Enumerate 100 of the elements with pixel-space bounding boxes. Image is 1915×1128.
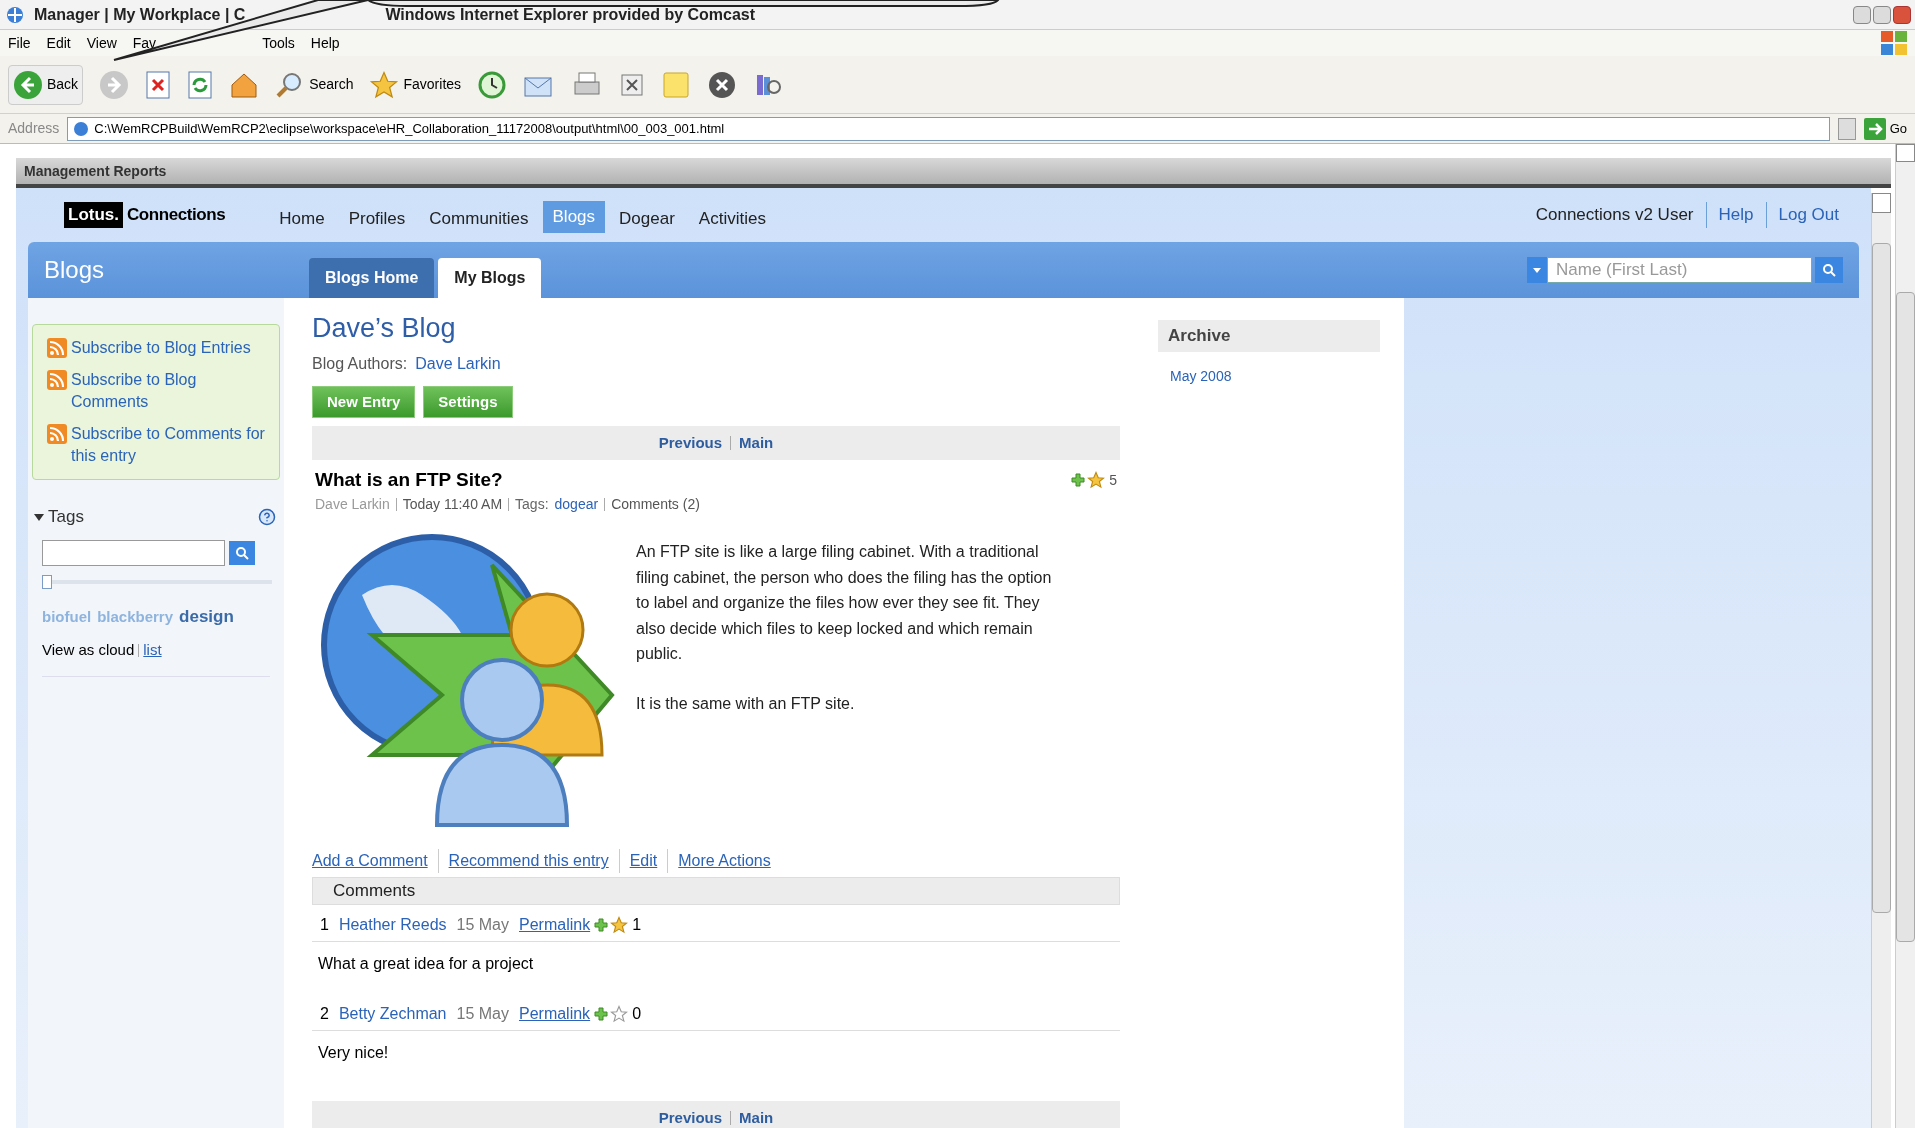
- entry-action-link[interactable]: Edit: [618, 849, 658, 874]
- rating-count: 0: [632, 1003, 642, 1024]
- permalink-link[interactable]: Permalink: [519, 1001, 591, 1026]
- menu-item[interactable]: File: [8, 32, 31, 54]
- pager-link[interactable]: Previous: [658, 1106, 723, 1128]
- commenter-link[interactable]: Heather Reeds: [338, 912, 447, 937]
- entry-time: Today 11:40 AM: [402, 495, 503, 515]
- subscribe-link[interactable]: Subscribe to Comments for this entry: [71, 423, 265, 467]
- entry-title: What is an FTP Site?: [315, 467, 503, 492]
- refresh-icon[interactable]: [187, 70, 214, 99]
- history-icon[interactable]: [477, 69, 508, 100]
- comments-count: Comments (2): [611, 495, 700, 515]
- stop-icon[interactable]: [145, 70, 172, 99]
- blog-title: Dave’s Blog: [312, 312, 457, 345]
- window-title: Windows Internet Explorer provided by Comcast: [385, 4, 756, 25]
- comment-text: Very nice!: [317, 1042, 390, 1063]
- page-icon: [72, 119, 91, 138]
- search-button[interactable]: Search: [275, 69, 354, 100]
- entry-paragraph: It is the same with an FTP site.: [636, 693, 856, 714]
- nav-tab[interactable]: Profiles: [338, 202, 416, 234]
- window-title: Manager | My Workplace | C: [34, 4, 246, 25]
- rss-icon: [47, 424, 67, 444]
- view-as-label: View as cloud: [42, 640, 135, 660]
- nav-tab[interactable]: Communities: [419, 202, 539, 234]
- people-search-field[interactable]: Name (First Last): [1547, 257, 1812, 283]
- address-label: Address: [8, 119, 60, 138]
- forward-icon[interactable]: [99, 69, 130, 100]
- menu-item[interactable]: Help: [310, 32, 340, 54]
- search-icon: [1822, 263, 1836, 277]
- star-icon[interactable]: [610, 1004, 629, 1023]
- archive-link[interactable]: May 2008: [1158, 366, 1380, 387]
- minimize-button[interactable]: [1853, 5, 1871, 24]
- inner-scrollbar[interactable]: [1871, 193, 1891, 1128]
- menu-item[interactable]: Fav: [132, 32, 157, 54]
- permalink-link[interactable]: Permalink: [519, 912, 591, 937]
- entry-author: Dave Larkin: [315, 495, 390, 515]
- plus-icon[interactable]: [1071, 473, 1086, 487]
- authors-label: Blog Authors:: [312, 353, 408, 374]
- nav-tab[interactable]: Home: [269, 202, 335, 234]
- tab[interactable]: My Blogs: [438, 258, 542, 298]
- close-icon[interactable]: [707, 69, 738, 100]
- pager-link[interactable]: Previous: [658, 431, 723, 454]
- user-name: Connections v2 User: [1534, 204, 1695, 227]
- entry-paragraph: An FTP site is like a large filing cabinet. With a traditional filing cabinet, the person who does the filing has the option to label and organize the files how ever they see fit. They also decide which files to keep locked and which remain public.: [636, 542, 1053, 665]
- list-link[interactable]: list: [143, 639, 162, 662]
- nav-tab[interactable]: Activities: [688, 202, 776, 234]
- tag-link[interactable]: design: [179, 603, 234, 629]
- slider-thumb[interactable]: [42, 574, 52, 589]
- plus-icon[interactable]: [594, 917, 609, 932]
- tags-toggle[interactable]: Tags: [34, 504, 84, 530]
- dropdown-button[interactable]: [1837, 117, 1856, 140]
- author-link[interactable]: Dave Larkin: [415, 351, 501, 376]
- menu-item[interactable]: Edit: [46, 32, 71, 54]
- page-scrollbar[interactable]: [1895, 144, 1915, 1128]
- help-icon[interactable]: [258, 507, 276, 526]
- back-button[interactable]: Back: [8, 64, 84, 105]
- star-icon[interactable]: [1087, 471, 1106, 489]
- tag-search-field[interactable]: [42, 539, 225, 566]
- nav-tab[interactable]: Dogear: [609, 202, 685, 234]
- tag-search-button[interactable]: [229, 540, 255, 565]
- menu-item[interactable]: Tools: [262, 32, 295, 54]
- star-icon: [369, 69, 400, 100]
- comments-header: Comments: [312, 877, 1120, 905]
- comment-number: 1: [320, 914, 329, 935]
- pager-link[interactable]: Main: [739, 1106, 774, 1128]
- entry-action-link[interactable]: More Actions: [667, 849, 771, 874]
- go-button[interactable]: Go: [1863, 117, 1907, 140]
- entry-action-link[interactable]: Add a Comment: [312, 849, 428, 874]
- caret-icon: [34, 511, 44, 522]
- plus-icon[interactable]: [594, 1006, 609, 1021]
- rating-count: 1: [632, 914, 642, 935]
- menu-item[interactable]: View: [86, 32, 117, 54]
- archive-header: Archive: [1158, 320, 1380, 352]
- entry-action-link[interactable]: Recommend this entry: [437, 849, 609, 874]
- address-field[interactable]: C:\WemRCPBuild\WemRCP2\eclipse\workspace\eHR_Collaboration_11172008\output\html\00_003_001.html: [67, 116, 1830, 141]
- tag-link[interactable]: dogear: [554, 494, 599, 516]
- lotus-connections-logo[interactable]: Lotus. Connections: [64, 202, 226, 228]
- subscribe-link[interactable]: Subscribe to Blog Comments: [71, 369, 265, 413]
- search-scope-dropdown[interactable]: [1527, 257, 1547, 283]
- search-button[interactable]: [1815, 257, 1843, 283]
- pager-link[interactable]: Main: [739, 431, 774, 454]
- windows-logo-icon: [1881, 31, 1907, 55]
- header-link[interactable]: Help: [1705, 202, 1766, 228]
- search-icon: [235, 545, 249, 560]
- favorites-button[interactable]: Favorites: [369, 69, 462, 100]
- section-title: Blogs: [44, 255, 106, 285]
- reports-bar: Management Reports: [16, 158, 1891, 188]
- caret-icon: [1532, 266, 1542, 274]
- rating-count: 5: [1109, 470, 1117, 490]
- star-icon[interactable]: [610, 915, 629, 934]
- rss-icon: [47, 370, 67, 390]
- restore-button[interactable]: [1873, 5, 1891, 24]
- commenter-link[interactable]: Betty Zechman: [338, 1001, 447, 1026]
- subscribe-link[interactable]: Subscribe to Blog Entries: [71, 337, 251, 359]
- comment-number: 2: [320, 1003, 329, 1024]
- close-button[interactable]: [1893, 5, 1911, 24]
- tags-label: Tags:: [515, 495, 549, 515]
- tab[interactable]: Blogs Home: [309, 258, 435, 298]
- comment-date: 15 May: [456, 1003, 509, 1024]
- header-link[interactable]: Log Out: [1765, 202, 1851, 228]
